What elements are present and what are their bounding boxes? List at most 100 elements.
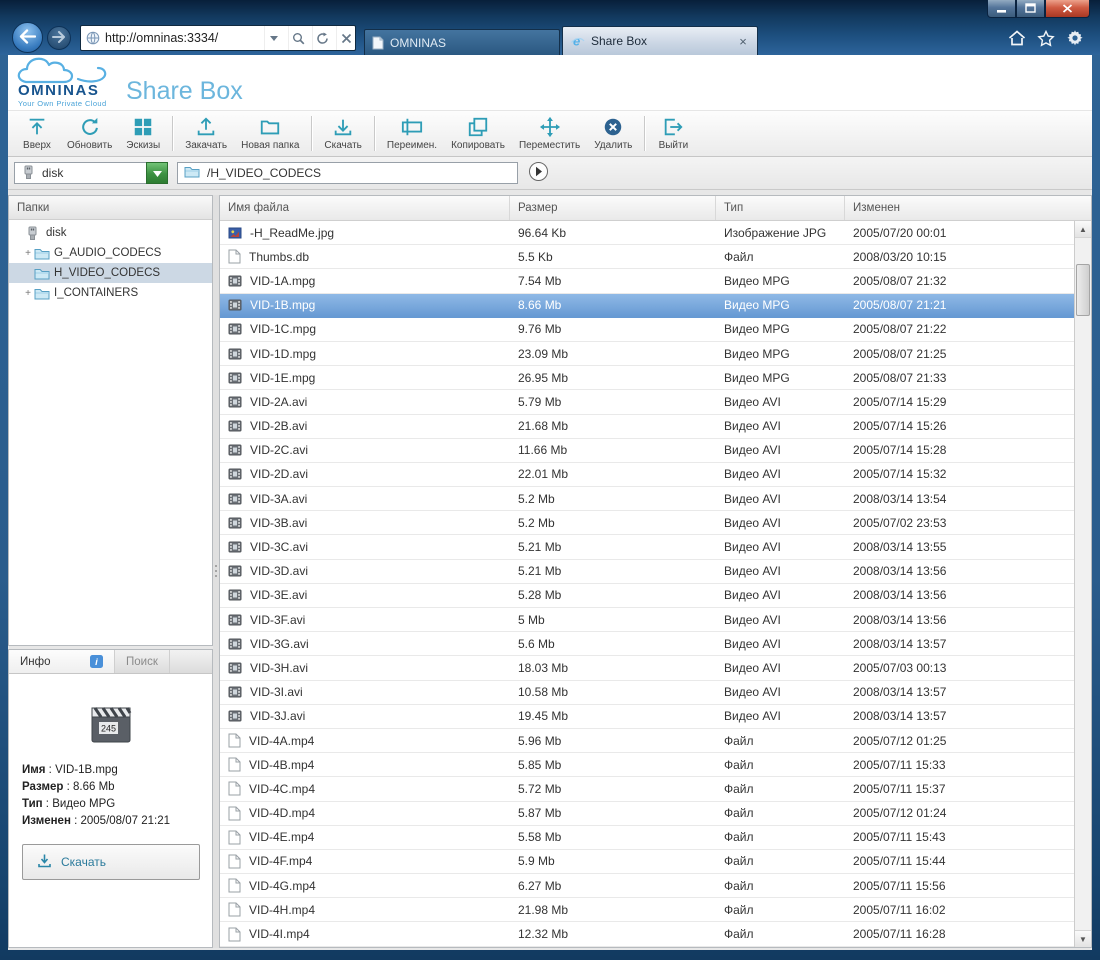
favorites-icon[interactable] bbox=[1037, 29, 1055, 47]
table-row[interactable]: VID-1E.mpg 26.95 Mb Видео MPG 2005/08/07… bbox=[220, 366, 1074, 390]
table-row[interactable]: VID-3F.avi 5 Mb Видео AVI 2008/03/14 13:… bbox=[220, 608, 1074, 632]
close-window-button[interactable] bbox=[1045, 0, 1090, 18]
table-row[interactable]: VID-3A.avi 5.2 Mb Видео AVI 2008/03/14 1… bbox=[220, 487, 1074, 511]
address-bar[interactable]: http://omninas:3334/ bbox=[80, 25, 356, 51]
info-field: Размер : 8.66 Mb bbox=[22, 779, 199, 796]
table-row[interactable]: VID-3C.avi 5.21 Mb Видео AVI 2008/03/14 … bbox=[220, 535, 1074, 559]
exit-icon bbox=[662, 116, 684, 138]
browser-tab[interactable]: OMNINAS bbox=[364, 29, 560, 55]
table-row[interactable]: VID-1C.mpg 9.76 Mb Видео MPG 2005/08/07 … bbox=[220, 318, 1074, 342]
table-row[interactable]: VID-3G.avi 5.6 Mb Видео AVI 2008/03/14 1… bbox=[220, 632, 1074, 656]
table-row[interactable]: VID-2B.avi 21.68 Mb Видео AVI 2005/07/14… bbox=[220, 415, 1074, 439]
panel-tab[interactable]: Инфо i bbox=[9, 650, 115, 673]
toolbar-button[interactable]: Эскизы bbox=[119, 111, 167, 156]
table-row[interactable]: -H_ReadMe.jpg 96.64 Kb Изображение JPG 2… bbox=[220, 221, 1074, 245]
file-name: -H_ReadMe.jpg bbox=[250, 226, 334, 240]
table-row[interactable]: VID-4A.mp4 5.96 Mb Файл 2005/07/12 01:25 bbox=[220, 729, 1074, 753]
tab-close-icon[interactable] bbox=[736, 35, 750, 48]
toolbar-button[interactable]: Обновить bbox=[60, 111, 119, 156]
file-name: VID-3B.avi bbox=[250, 516, 307, 530]
file-modified: 2008/03/14 13:56 bbox=[845, 613, 1074, 627]
toolbar-button[interactable]: Скачать bbox=[317, 111, 369, 156]
browser-tab[interactable]: e Share Box bbox=[562, 26, 758, 55]
table-row[interactable]: VID-3H.avi 18.03 Mb Видео AVI 2005/07/03… bbox=[220, 656, 1074, 680]
file-modified: 2008/03/14 13:56 bbox=[845, 588, 1074, 602]
scrollbar[interactable]: ▲ ▼ bbox=[1074, 221, 1091, 947]
file-icon bbox=[228, 733, 241, 748]
svg-text:i: i bbox=[95, 657, 98, 668]
tree-expander[interactable]: + bbox=[22, 288, 34, 299]
download-button[interactable]: Скачать bbox=[22, 844, 200, 880]
go-button[interactable] bbox=[527, 162, 549, 184]
column-header[interactable]: Тип bbox=[716, 196, 845, 220]
toolbar-button[interactable]: Вверх bbox=[14, 111, 60, 156]
table-row[interactable]: VID-3E.avi 5.28 Mb Видео AVI 2008/03/14 … bbox=[220, 584, 1074, 608]
browser-actions bbox=[1008, 29, 1084, 47]
table-row[interactable]: VID-1B.mpg 8.66 Mb Видео MPG 2005/08/07 … bbox=[220, 294, 1074, 318]
table-row[interactable]: VID-4F.mp4 5.9 Mb Файл 2005/07/11 15:44 bbox=[220, 850, 1074, 874]
address-dropdown-icon[interactable] bbox=[264, 26, 283, 50]
search-icon[interactable] bbox=[288, 26, 307, 50]
tree-item[interactable]: + G_AUDIO_CODECS bbox=[9, 243, 212, 263]
stop-icon[interactable] bbox=[336, 26, 355, 50]
minimize-button[interactable] bbox=[987, 0, 1016, 18]
toolbar-button[interactable]: Удалить bbox=[587, 111, 639, 156]
home-icon[interactable] bbox=[1008, 29, 1026, 47]
file-type: Видео AVI bbox=[716, 492, 845, 506]
table-row[interactable]: VID-3B.avi 5.2 Mb Видео AVI 2005/07/02 2… bbox=[220, 511, 1074, 535]
page-header: OMNINAS Your Own Private Cloud Share Box bbox=[8, 55, 1092, 110]
tree-item[interactable]: H_VIDEO_CODECS bbox=[9, 263, 212, 283]
table-row[interactable]: VID-4H.mp4 21.98 Mb Файл 2005/07/11 16:0… bbox=[220, 898, 1074, 922]
toolbar-button[interactable]: Переместить bbox=[512, 111, 587, 156]
table-row[interactable]: VID-4C.mp4 5.72 Mb Файл 2005/07/11 15:37 bbox=[220, 777, 1074, 801]
path-input[interactable]: /H_VIDEO_CODECS bbox=[177, 162, 518, 184]
tree-item[interactable]: disk bbox=[9, 223, 212, 243]
scroll-down-icon[interactable]: ▼ bbox=[1075, 930, 1091, 947]
file-modified: 2005/07/11 16:02 bbox=[845, 903, 1074, 917]
rename-icon bbox=[401, 116, 423, 138]
toolbar-button[interactable]: Закачать bbox=[178, 111, 234, 156]
table-row[interactable]: VID-4E.mp4 5.58 Mb Файл 2005/07/11 15:43 bbox=[220, 826, 1074, 850]
table-row[interactable]: VID-2C.avi 11.66 Mb Видео AVI 2005/07/14… bbox=[220, 439, 1074, 463]
table-row[interactable]: VID-3I.avi 10.58 Mb Видео AVI 2008/03/14… bbox=[220, 681, 1074, 705]
column-header[interactable]: Изменен bbox=[845, 196, 1091, 220]
toolbar-button[interactable]: Копировать bbox=[444, 111, 512, 156]
table-row[interactable]: VID-3J.avi 19.45 Mb Видео AVI 2008/03/14… bbox=[220, 705, 1074, 729]
disk-selector-value[interactable]: disk bbox=[14, 162, 146, 184]
table-row[interactable]: VID-4D.mp4 5.87 Mb Файл 2005/07/12 01:24 bbox=[220, 802, 1074, 826]
file-name: VID-4E.mp4 bbox=[249, 830, 314, 844]
toolbar-button[interactable]: Выйти bbox=[650, 111, 696, 156]
table-row[interactable]: VID-2D.avi 22.01 Mb Видео AVI 2005/07/14… bbox=[220, 463, 1074, 487]
toolbar-button-label: Переимен. bbox=[387, 140, 437, 151]
tree-item[interactable]: + I_CONTAINERS bbox=[9, 283, 212, 303]
disk-dropdown-button[interactable] bbox=[146, 162, 168, 184]
scrollbar-thumb[interactable] bbox=[1076, 264, 1090, 316]
table-row[interactable]: VID-1D.mpg 23.09 Mb Видео MPG 2005/08/07… bbox=[220, 342, 1074, 366]
maximize-button[interactable] bbox=[1016, 0, 1045, 18]
table-row[interactable]: VID-4G.mp4 6.27 Mb Файл 2005/07/11 15:56 bbox=[220, 874, 1074, 898]
panel-tab[interactable]: Поиск bbox=[115, 650, 170, 673]
scroll-up-icon[interactable]: ▲ bbox=[1075, 221, 1091, 238]
file-modified: 2005/07/11 15:37 bbox=[845, 782, 1074, 796]
tree-expander[interactable]: + bbox=[22, 248, 34, 259]
file-name: VID-4H.mp4 bbox=[249, 903, 315, 917]
file-size: 19.45 Mb bbox=[510, 709, 716, 723]
disk-selector[interactable]: disk bbox=[14, 162, 168, 184]
toolbar-button[interactable]: Новая папка bbox=[234, 111, 306, 156]
back-button[interactable] bbox=[12, 22, 43, 53]
settings-icon[interactable] bbox=[1066, 29, 1084, 47]
page: OMNINAS Your Own Private Cloud Share Box… bbox=[8, 55, 1092, 950]
table-row[interactable]: VID-2A.avi 5.79 Mb Видео AVI 2005/07/14 … bbox=[220, 390, 1074, 414]
column-header[interactable]: Имя файла bbox=[220, 196, 510, 220]
table-row[interactable]: VID-4I.mp4 12.32 Mb Файл 2005/07/11 16:2… bbox=[220, 922, 1074, 946]
forward-button[interactable] bbox=[47, 26, 71, 50]
table-row[interactable]: VID-1A.mpg 7.54 Mb Видео MPG 2005/08/07 … bbox=[220, 269, 1074, 293]
file-type: Файл bbox=[716, 854, 845, 868]
table-row[interactable]: Thumbs.db 5.5 Kb Файл 2008/03/20 10:15 bbox=[220, 245, 1074, 269]
table-row[interactable]: VID-3D.avi 5.21 Mb Видео AVI 2008/03/14 … bbox=[220, 560, 1074, 584]
table-row[interactable]: VID-4B.mp4 5.85 Mb Файл 2005/07/11 15:33 bbox=[220, 753, 1074, 777]
column-header[interactable]: Размер bbox=[510, 196, 716, 220]
refresh-page-icon[interactable] bbox=[312, 26, 331, 50]
file-type: Видео AVI bbox=[716, 685, 845, 699]
toolbar-button[interactable]: Переимен. bbox=[380, 111, 444, 156]
